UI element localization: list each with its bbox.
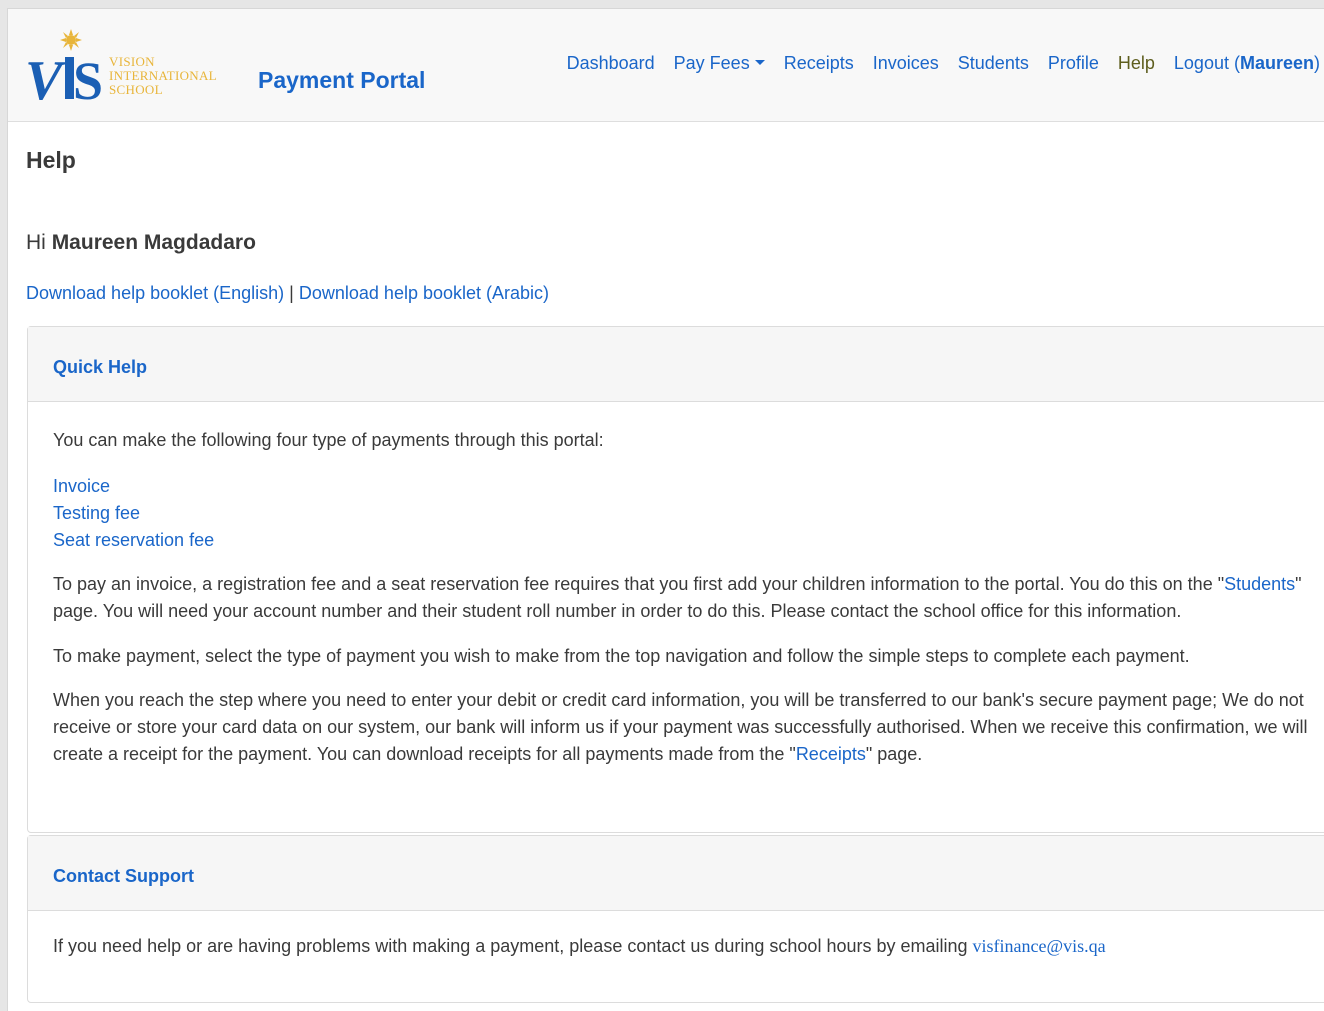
receipts-page-link[interactable]: Receipts <box>796 744 866 764</box>
vis-logo-icon: V S <box>25 29 103 105</box>
brand-title[interactable]: Payment Portal <box>258 67 425 94</box>
nav-invoices[interactable]: Invoices <box>873 53 939 74</box>
download-booklet-arabic-link[interactable]: Download help booklet (Arabic) <box>299 283 549 303</box>
logo-text: VISION INTERNATIONAL SCHOOL <box>109 55 217 97</box>
logo-line-vision: VISION <box>109 54 155 69</box>
nav-logout-label: Logout ( <box>1173 53 1240 73</box>
payment-type-list: Invoice Testing fee Seat reservation fee <box>53 473 1313 554</box>
nav-pay-fees[interactable]: Pay Fees <box>674 53 765 74</box>
page: V S VISION INTERNATIONAL SCHOOL Payment … <box>7 8 1324 1011</box>
greeting-hi: Hi <box>26 231 46 254</box>
svg-text:V: V <box>25 50 67 105</box>
quick-help-paragraph-students: To pay an invoice, a registration fee an… <box>53 571 1313 625</box>
nav-help[interactable]: Help <box>1118 53 1155 74</box>
quick-help-intro: You can make the following four type of … <box>53 430 604 450</box>
top-navbar: V S VISION INTERNATIONAL SCHOOL Payment … <box>8 9 1324 122</box>
school-logo[interactable]: V S VISION INTERNATIONAL SCHOOL <box>25 29 240 105</box>
greeting-name: Maureen Magdadaro <box>51 231 256 254</box>
download-links: Download help booklet (English) | Downlo… <box>26 283 549 304</box>
payment-type-seat-reservation-link[interactable]: Seat reservation fee <box>53 530 214 550</box>
para1-text-a: To pay an invoice, a registration fee an… <box>53 574 1225 594</box>
nav-pay-fees-label: Pay Fees <box>673 53 750 73</box>
nav-logout-close: ) <box>1314 53 1320 73</box>
main-nav: Dashboard Pay Fees Receipts Invoices Stu… <box>567 53 1320 74</box>
quick-help-header: Quick Help <box>28 327 1324 402</box>
svg-text:S: S <box>73 51 103 105</box>
contact-support-card: Contact Support If you need help or are … <box>27 835 1324 1003</box>
logo-line-international: INTERNATIONAL <box>109 68 217 83</box>
students-page-link[interactable]: Students <box>1224 574 1295 594</box>
quick-help-paragraph-card: When you reach the step where you need t… <box>53 687 1313 768</box>
support-email-link[interactable]: visfinance@vis.qa <box>973 936 1106 956</box>
logo-line-school: SCHOOL <box>109 82 163 97</box>
nav-receipts[interactable]: Receipts <box>784 53 854 74</box>
nav-logout[interactable]: Logout (Maureen) <box>1174 53 1320 74</box>
download-separator: | <box>289 283 294 303</box>
chevron-down-icon <box>754 59 765 65</box>
para3-text-a: When you reach the step where you need t… <box>53 690 1308 764</box>
payment-type-testing-fee-link[interactable]: Testing fee <box>53 503 140 523</box>
contact-support-text: If you need help or are having problems … <box>53 936 968 956</box>
nav-logout-user: Maureen <box>1239 53 1314 73</box>
contact-support-body: If you need help or are having problems … <box>28 911 1324 960</box>
contact-support-header: Contact Support <box>28 836 1324 911</box>
nav-dashboard[interactable]: Dashboard <box>567 53 655 74</box>
quick-help-paragraph-payment: To make payment, select the type of paym… <box>53 646 1190 666</box>
payment-type-invoice-link[interactable]: Invoice <box>53 476 110 496</box>
para3-text-b: " page. <box>865 744 923 764</box>
nav-students[interactable]: Students <box>958 53 1029 74</box>
nav-profile[interactable]: Profile <box>1048 53 1099 74</box>
greeting: Hi Maureen Magdadaro <box>26 231 256 255</box>
download-booklet-english-link[interactable]: Download help booklet (English) <box>26 283 284 303</box>
quick-help-card: Quick Help You can make the following fo… <box>27 326 1324 833</box>
quick-help-body: You can make the following four type of … <box>28 402 1324 768</box>
page-title: Help <box>26 147 76 173</box>
